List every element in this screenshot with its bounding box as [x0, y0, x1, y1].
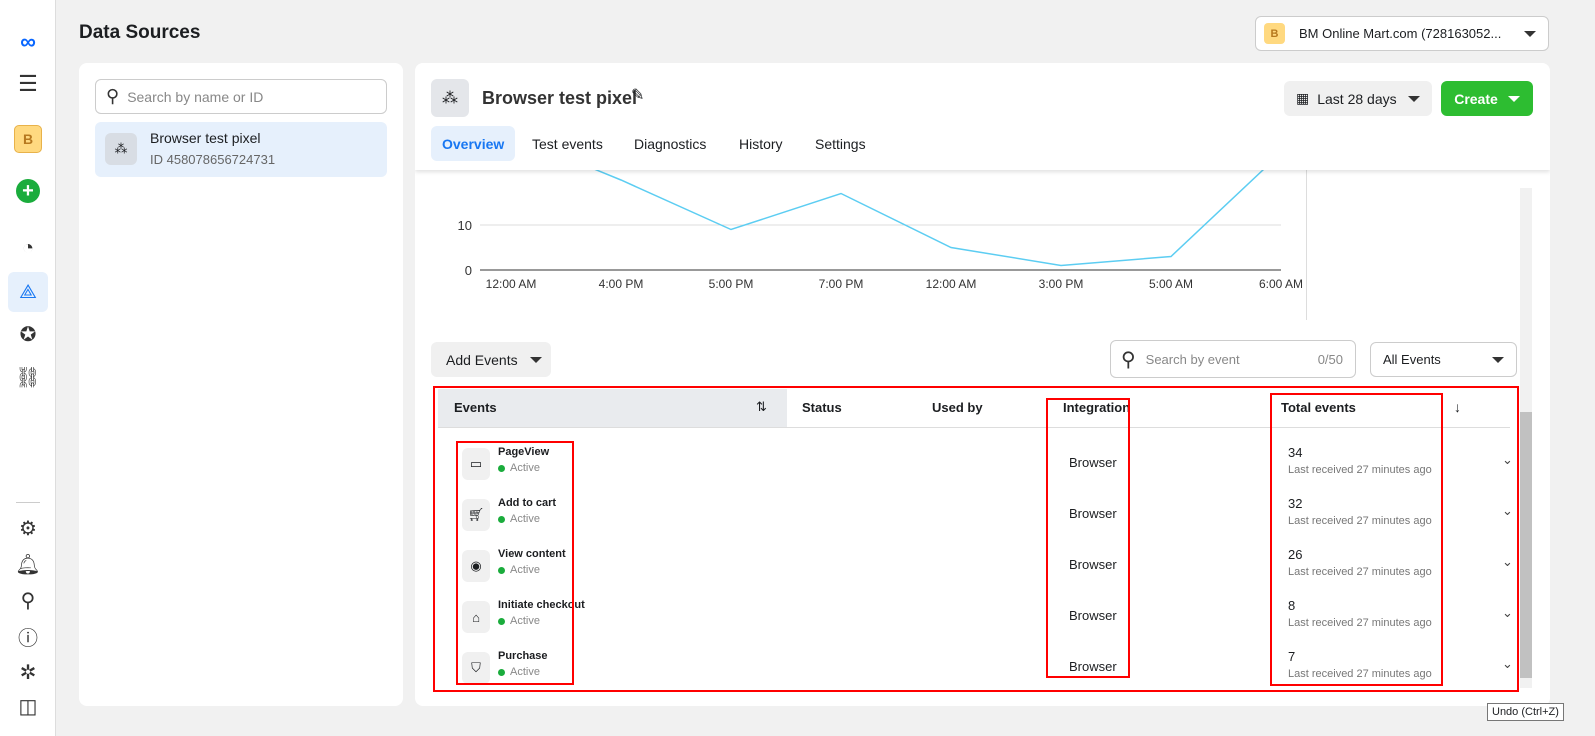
pixel-id: ID 458078656724731	[150, 152, 276, 167]
tab-overview[interactable]: Overview	[431, 126, 516, 161]
filter-label: All Events	[1383, 352, 1441, 367]
y-tick-label: 0	[465, 263, 472, 278]
nav-divider	[16, 502, 40, 503]
tab-diagnostics[interactable]: Diagnostics	[623, 126, 717, 161]
search-placeholder: Search by event	[1145, 351, 1240, 367]
search-count: 0/50	[1317, 351, 1343, 367]
x-tick-label: 5:00 AM	[1149, 277, 1193, 291]
tab-test-events[interactable]: Test events	[521, 126, 614, 161]
highlight-integration-column	[1046, 398, 1130, 678]
meta-logo-icon[interactable]: ∞	[14, 28, 42, 56]
search-icon[interactable]: ⚲	[14, 586, 42, 614]
event-search-input[interactable]: ⚲ Search by event 0/50	[1110, 340, 1356, 378]
notifications-icon[interactable]: 🔔︎	[14, 550, 42, 578]
date-range-label: Last 28 days	[1317, 90, 1397, 107]
debug-icon[interactable]: ✲	[14, 658, 42, 686]
left-nav: ∞ ☰ B + ◔ ⟁ ✪ ⛓ ⚙ 🔔︎ ⚲ ⓘ ✲ ◫	[0, 0, 56, 736]
help-icon[interactable]: ⓘ	[14, 622, 42, 650]
sidebar-toggle-icon[interactable]: ◫	[14, 692, 42, 720]
menu-icon[interactable]: ☰	[14, 70, 42, 98]
chevron-down-icon	[1507, 95, 1520, 102]
tab-settings[interactable]: Settings	[804, 126, 877, 161]
create-icon[interactable]: +	[16, 179, 40, 203]
create-label: Create	[1454, 90, 1498, 107]
business-avatar[interactable]: B	[14, 125, 42, 153]
search-icon: ⚲	[1121, 348, 1136, 371]
x-tick-label: 4:00 PM	[599, 277, 644, 291]
scrollbar[interactable]	[1520, 188, 1532, 688]
pixel-name: Browser test pixel	[150, 130, 261, 146]
highlight-events-column	[456, 441, 574, 685]
chevron-down-icon	[529, 356, 542, 363]
add-events-label: Add Events	[446, 351, 518, 368]
settings-icon[interactable]: ⚙	[14, 514, 42, 542]
x-tick-label: 7:00 PM	[819, 277, 864, 291]
y-tick-label: 10	[458, 218, 472, 233]
pixel-header: ⁂ Browser test pixel ✎ ▦ Last 28 days Cr…	[415, 63, 1550, 170]
account-name: BM Online Mart.com (728163052...	[1299, 26, 1502, 41]
account-badge: B	[1264, 23, 1285, 44]
event-filter-dropdown[interactable]: All Events	[1370, 342, 1517, 377]
x-tick-label: 5:00 PM	[709, 277, 754, 291]
scrollbar-thumb[interactable]	[1520, 412, 1532, 678]
pixel-icon: ⁂	[431, 79, 469, 117]
x-tick-label: 12:00 AM	[926, 277, 977, 291]
x-tick-label: 6:00 AM	[1259, 277, 1303, 291]
page-title: Data Sources	[79, 22, 201, 43]
dashboard-icon[interactable]: ◔	[14, 234, 42, 262]
events-manager-icon[interactable]: ⟁	[8, 272, 48, 312]
partner-icon[interactable]: ⛓	[14, 363, 42, 391]
create-button[interactable]: Create	[1441, 81, 1533, 116]
pixel-icon: ⁂	[105, 133, 137, 165]
chevron-down-icon	[1408, 95, 1420, 102]
favorites-icon[interactable]: ✪	[14, 320, 42, 348]
x-tick-label: 12:00 AM	[486, 277, 537, 291]
series-line	[594, 170, 1265, 267]
search-icon: ⚲	[106, 86, 120, 106]
account-selector[interactable]: B BM Online Mart.com (728163052...	[1255, 16, 1549, 51]
chevron-down-icon	[1492, 356, 1504, 363]
tooltip: Undo (Ctrl+Z)	[1487, 703, 1564, 721]
tab-history[interactable]: History	[728, 126, 794, 161]
pixel-search-input[interactable]: ⚲ Search by name or ID	[95, 79, 387, 114]
chart-divider	[1306, 170, 1307, 320]
pixel-title: Browser test pixel	[482, 88, 638, 108]
pixel-list-item[interactable]: ⁂ Browser test pixel ID 458078656724731	[95, 122, 387, 177]
date-range-dropdown[interactable]: ▦ Last 28 days	[1284, 81, 1432, 116]
add-events-button[interactable]: Add Events	[431, 342, 551, 377]
x-tick-label: 3:00 PM	[1039, 277, 1084, 291]
chevron-down-icon	[1524, 30, 1536, 37]
pixel-list-panel: ⚲ Search by name or ID ⁂ Browser test pi…	[79, 63, 403, 706]
edit-pencil-icon[interactable]: ✎	[631, 85, 644, 105]
search-placeholder: Search by name or ID	[127, 88, 264, 105]
calendar-icon: ▦	[1296, 90, 1310, 106]
events-chart: 0 10 12:00 AM 4:00 PM 5:00 PM 7:00 PM 12:00 AM…	[458, 170, 1303, 291]
highlight-total-column	[1270, 393, 1443, 686]
